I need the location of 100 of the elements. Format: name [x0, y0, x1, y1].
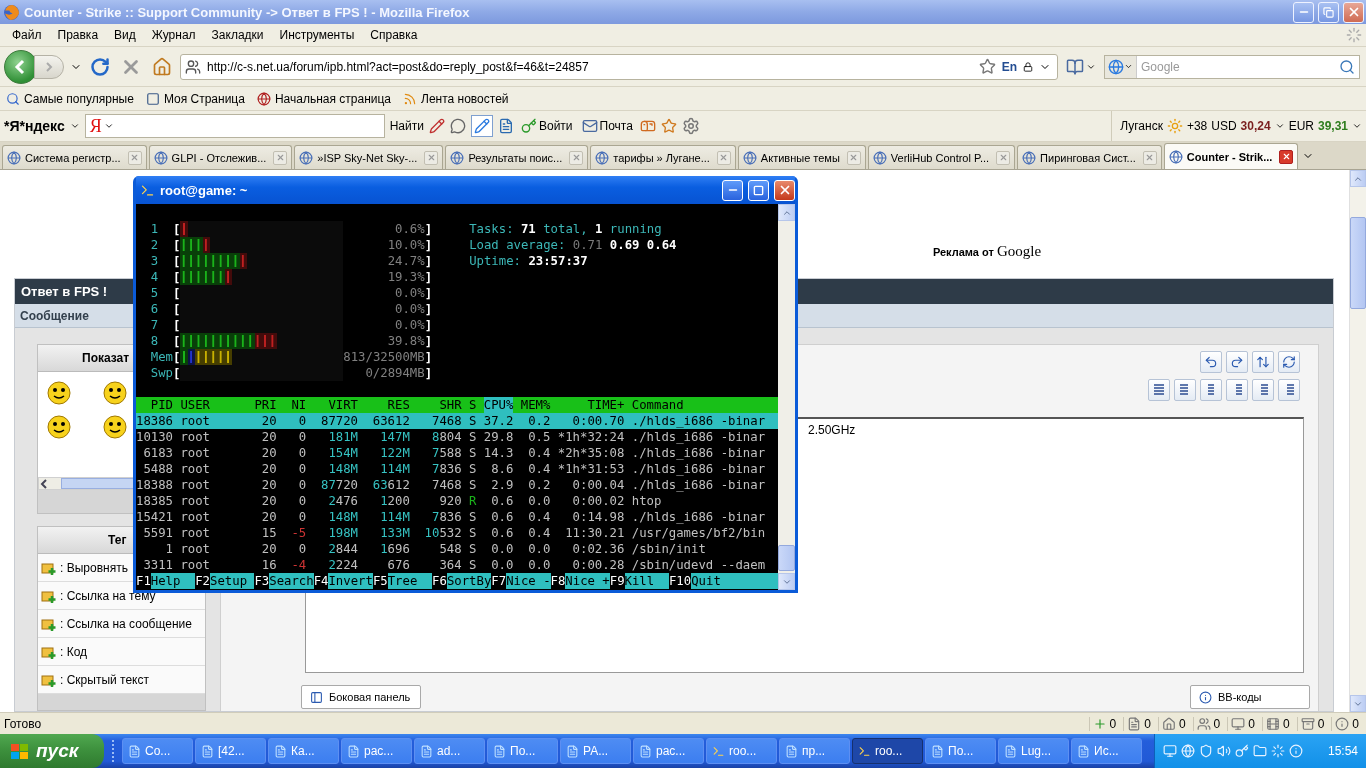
- taskbar-button[interactable]: Ка...: [268, 738, 339, 764]
- format-button[interactable]: [1226, 379, 1248, 401]
- address-field[interactable]: http://c-s.net.ua/forum/ipb.html?act=post&do=reply_post&f=46&t=24857 En: [180, 53, 1058, 80]
- search-engine-button[interactable]: [1105, 55, 1137, 78]
- dropdown-icon[interactable]: [69, 121, 80, 131]
- tag-item[interactable]: : Ссылка на сообщение: [38, 610, 205, 638]
- browser-tab[interactable]: VerliHub Control P...: [867, 145, 1016, 169]
- plus-icon[interactable]: [1092, 716, 1107, 731]
- search-field[interactable]: Google: [1104, 54, 1360, 79]
- taskbar-button[interactable]: roo...: [706, 738, 777, 764]
- globe-icon[interactable]: [1181, 744, 1195, 758]
- browser-tab[interactable]: Система регистр...: [2, 145, 147, 169]
- house-icon[interactable]: [1161, 716, 1176, 731]
- search-icon[interactable]: [1339, 58, 1355, 75]
- smiley-icon[interactable]: [46, 414, 72, 440]
- smiley-icon[interactable]: [46, 380, 72, 406]
- process-row[interactable]: 18386 root 20 0 87720 63612 7468 S 37.2 0.2 0:00.70 ./hlds_i686 -binar: [136, 413, 778, 429]
- function-key-button[interactable]: Tree: [387, 573, 433, 589]
- function-key-button[interactable]: Search: [269, 573, 314, 589]
- column-header[interactable]: PRI: [254, 397, 277, 413]
- tag-item[interactable]: : Код: [38, 638, 205, 666]
- browser-tab[interactable]: »ISP Sky-Net Sky-...: [294, 145, 444, 169]
- spinner-icon[interactable]: [1271, 744, 1285, 758]
- function-key-button[interactable]: Nice +: [565, 573, 610, 589]
- document-icon[interactable]: [497, 118, 514, 134]
- column-header[interactable]: CPU%: [483, 397, 514, 413]
- smiley-icon[interactable]: [102, 380, 128, 406]
- column-header[interactable]: USER: [180, 397, 248, 413]
- folder-icon[interactable]: [1253, 744, 1267, 758]
- monitor-icon[interactable]: [1163, 744, 1177, 758]
- page-scrollbar[interactable]: [1349, 170, 1366, 712]
- taskbar-button[interactable]: По...: [487, 738, 558, 764]
- column-header[interactable]: SHR: [417, 397, 462, 413]
- bookmark-star-icon[interactable]: [978, 58, 996, 75]
- format-button[interactable]: [1174, 379, 1196, 401]
- bookmark-item[interactable]: Моя Страница: [141, 89, 249, 108]
- menu-item[interactable]: Справка: [362, 25, 426, 45]
- scroll-thumb[interactable]: [778, 545, 795, 571]
- users-icon[interactable]: [1196, 716, 1211, 731]
- taskbar-button[interactable]: roo...: [852, 738, 923, 764]
- dropdown-icon[interactable]: [103, 121, 114, 131]
- pencil-icon[interactable]: [428, 118, 445, 134]
- column-header[interactable]: NI: [284, 397, 307, 413]
- format-button[interactable]: [1278, 379, 1300, 401]
- function-key-button[interactable]: Invert: [328, 573, 373, 589]
- scroll-thumb[interactable]: [1350, 217, 1366, 309]
- menu-item[interactable]: Вид: [106, 25, 144, 45]
- mail-button[interactable]: Почта: [579, 116, 635, 136]
- forward-button[interactable]: [34, 54, 64, 79]
- function-key-button[interactable]: Setup: [210, 573, 255, 589]
- taskbar-button[interactable]: рас...: [633, 738, 704, 764]
- format-button[interactable]: [1252, 379, 1274, 401]
- terminal-scrollbar[interactable]: [778, 204, 795, 590]
- function-key-button[interactable]: Quit: [691, 573, 778, 589]
- taskbar-button[interactable]: рас...: [341, 738, 412, 764]
- mailbox-icon[interactable]: [639, 118, 656, 134]
- restore-button[interactable]: [1318, 1, 1339, 23]
- speaker-icon[interactable]: [1217, 744, 1231, 758]
- column-header[interactable]: RES: [365, 397, 410, 413]
- taskbar-button[interactable]: Ис...: [1071, 738, 1142, 764]
- film-icon[interactable]: [1265, 716, 1280, 731]
- column-header[interactable]: TIME+: [557, 397, 625, 413]
- spellcheck-button[interactable]: [470, 115, 493, 137]
- taskbar-button[interactable]: По...: [925, 738, 996, 764]
- shield-icon[interactable]: [1199, 744, 1213, 758]
- browser-tab[interactable]: GLPI - Отслежив...: [148, 145, 293, 169]
- taskbar-button[interactable]: РА...: [560, 738, 631, 764]
- document-icon[interactable]: [1127, 716, 1142, 731]
- archive-icon[interactable]: [1300, 716, 1315, 731]
- taskbar-button[interactable]: пр...: [779, 738, 850, 764]
- minimize-button[interactable]: [1293, 1, 1314, 23]
- city-label[interactable]: Луганск: [1120, 119, 1163, 133]
- url-input[interactable]: http://c-s.net.ua/forum/ipb.html?act=post&do=reply_post&f=46&t=24857: [207, 59, 973, 74]
- column-header[interactable]: Command: [631, 397, 771, 413]
- scroll-left-icon[interactable]: [39, 478, 49, 489]
- function-key-button[interactable]: Kill: [624, 573, 669, 589]
- start-button[interactable]: пуск: [0, 734, 104, 768]
- browser-tab[interactable]: Counter - Strik...: [1163, 143, 1299, 169]
- browser-tab[interactable]: тарифы » Лугане...: [590, 145, 736, 169]
- info-icon[interactable]: [1335, 716, 1350, 731]
- search-field[interactable]: Я: [84, 114, 385, 138]
- chat-icon[interactable]: [449, 118, 466, 134]
- function-key-button[interactable]: SortBy: [446, 573, 492, 589]
- menu-item[interactable]: Журнал: [143, 25, 204, 45]
- redo-button[interactable]: [1226, 351, 1248, 373]
- browser-tab[interactable]: Пиринговая Сист...: [1017, 145, 1162, 169]
- dropdown-icon[interactable]: [1274, 121, 1285, 131]
- function-key-button[interactable]: Help: [150, 573, 196, 589]
- ad-label[interactable]: Реклама от Google: [932, 243, 1042, 260]
- format-button[interactable]: [1200, 379, 1222, 401]
- key-icon[interactable]: [1235, 744, 1249, 758]
- monitor-icon[interactable]: [1231, 716, 1246, 731]
- refresh-button[interactable]: [1278, 351, 1300, 373]
- menu-item[interactable]: Закладки: [203, 25, 272, 45]
- dropdown-icon[interactable]: [1352, 121, 1362, 131]
- resize-button[interactable]: [1252, 351, 1274, 373]
- column-header[interactable]: VIRT: [313, 397, 358, 413]
- taskbar-button[interactable]: ad...: [414, 738, 485, 764]
- close-button[interactable]: [1343, 1, 1364, 23]
- column-header[interactable]: S: [469, 397, 477, 413]
